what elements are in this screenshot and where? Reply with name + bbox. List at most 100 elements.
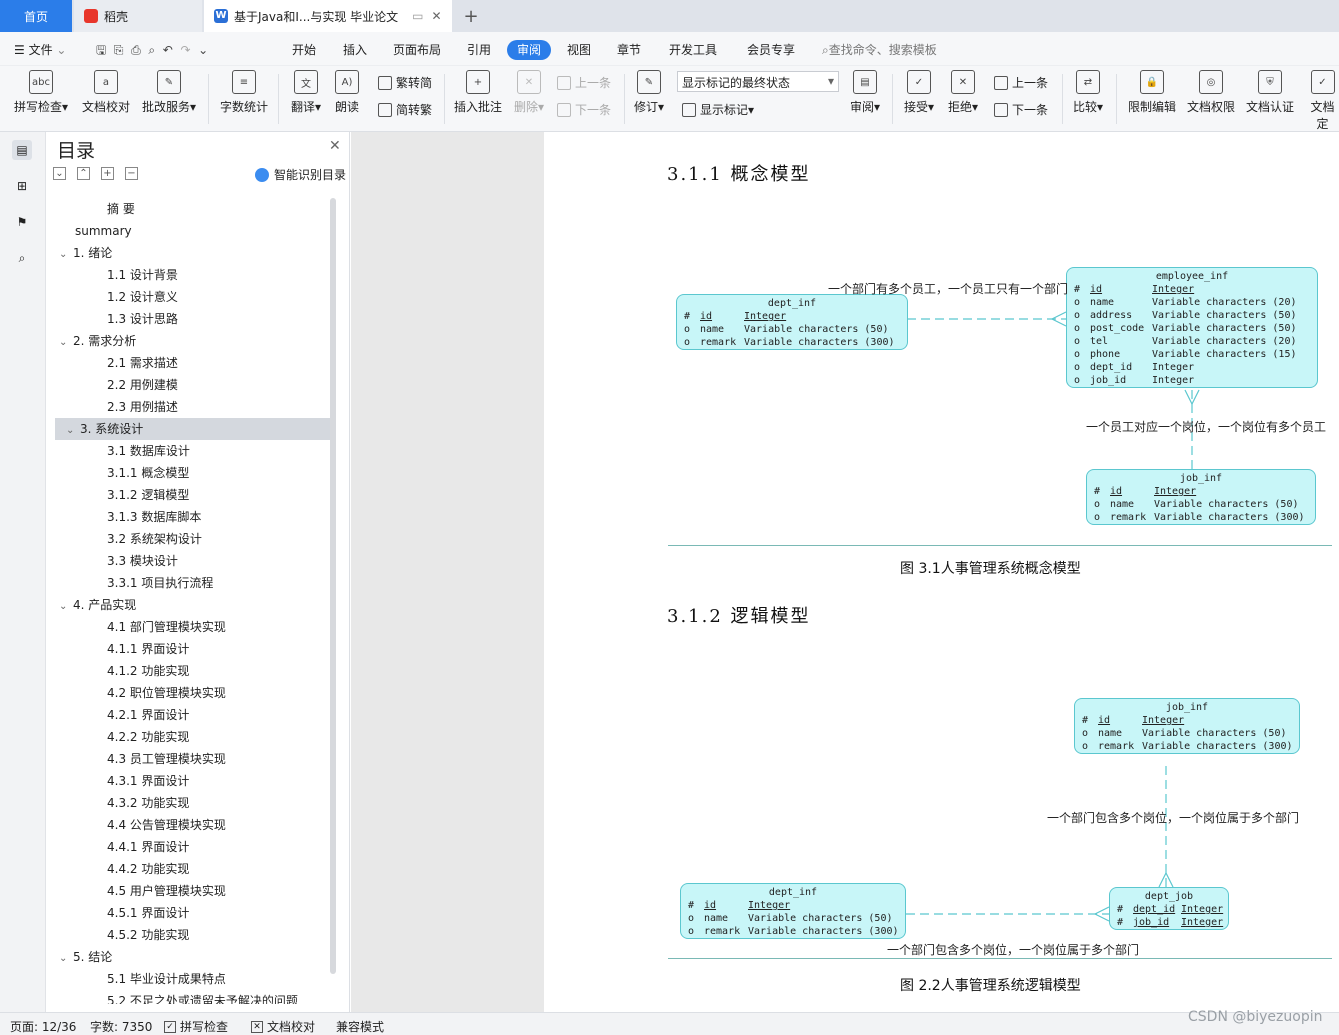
toc-item[interactable]: 4.4.1 界面设计	[107, 836, 189, 858]
toc-item[interactable]: 4.1.1 界面设计	[107, 638, 189, 660]
float-window-icon[interactable]: ▭	[412, 9, 423, 23]
compare-button[interactable]: ⇄ 比较▾	[1070, 70, 1106, 115]
toc-item[interactable]: 3.1 数据库设计	[107, 440, 190, 462]
status-spellcheck[interactable]: ✓ 拼写检查	[164, 1018, 228, 1035]
chevron-down-icon[interactable]: ⌄	[59, 332, 73, 354]
accept-button[interactable]: ✓ 接受▾	[902, 70, 936, 115]
new-tab-button[interactable]: +	[458, 0, 484, 32]
menu-review[interactable]: 审阅	[507, 40, 551, 60]
toc-item[interactable]: 2.3 用例描述	[107, 396, 178, 418]
plus-icon[interactable]: +	[101, 167, 114, 180]
document-page[interactable]: 3.1.1 概念模型 dept_inf # id Integer o name Variab…	[544, 132, 1339, 1012]
preview-icon[interactable]: ⌕	[148, 43, 155, 57]
bookmark-icon[interactable]: ⚑	[12, 212, 32, 232]
toc-item[interactable]: 5.1 毕业设计成果特点	[107, 968, 226, 990]
next-change-button[interactable]: 下一条	[994, 101, 1048, 118]
menu-member[interactable]: 会员专享	[747, 41, 795, 58]
redo-icon[interactable]: ↷	[180, 43, 190, 57]
chevron-down-icon[interactable]: ⌄	[59, 244, 73, 266]
close-icon[interactable]: ✕	[329, 138, 341, 154]
export-icon[interactable]: ⎘	[114, 43, 124, 57]
doc-finalize-button[interactable]: ✓ 文档定	[1306, 70, 1339, 132]
doc-auth-button[interactable]: ⛨ 文档认证	[1244, 70, 1296, 115]
toc-item[interactable]: summary	[75, 220, 132, 242]
tab-daoke[interactable]: 稻壳	[74, 0, 202, 32]
spellcheck-button[interactable]: abc 拼写检查▾	[12, 70, 70, 115]
status-doc-check[interactable]: ✕ 文档校对	[251, 1018, 315, 1035]
toc-item[interactable]: 2.1 需求描述	[107, 352, 178, 374]
toc-item[interactable]: 4.5.1 界面设计	[107, 902, 189, 924]
expand-up-icon[interactable]: ⌃	[77, 167, 90, 180]
toc-item[interactable]: 4.2 职位管理模块实现	[107, 682, 226, 704]
fan-to-jian-button[interactable]: 繁转简	[378, 74, 432, 91]
toc-item[interactable]: 4.3 员工管理模块实现	[107, 748, 226, 770]
toc-item[interactable]: 摘 要	[107, 198, 135, 220]
prev-change-button[interactable]: 上一条	[994, 74, 1048, 91]
toc-item[interactable]: 4.5.2 功能实现	[107, 924, 189, 946]
menu-chapter[interactable]: 章节	[617, 41, 641, 58]
toc-item[interactable]: 5.2 不足之处或遗留未予解决的问题	[107, 990, 298, 1004]
customize-chevron-icon[interactable]: ⌄	[198, 43, 208, 57]
restrict-edit-button[interactable]: 🔒 限制编辑	[1126, 70, 1178, 115]
markup-state-select[interactable]: 显示标记的最终状态 ▾	[677, 71, 839, 92]
command-search[interactable]: ⌕查找命令、搜索模板	[822, 41, 937, 58]
delete-comment-button[interactable]: ✕ 删除▾	[512, 70, 546, 115]
toc-item[interactable]: ⌄ 4. 产品实现	[59, 594, 136, 616]
toc-item[interactable]: 3.3 模块设计	[107, 550, 178, 572]
chevron-down-icon[interactable]: ⌄	[66, 420, 80, 442]
menu-start[interactable]: 开始	[292, 41, 316, 58]
doc-permission-button[interactable]: ◎ 文档权限	[1186, 70, 1236, 115]
menu-view[interactable]: 视图	[567, 41, 591, 58]
save-icon[interactable]: 🖫	[96, 43, 106, 57]
menu-developer[interactable]: 开发工具	[669, 41, 717, 58]
toc-item[interactable]: 4.4 公告管理模块实现	[107, 814, 226, 836]
toc-panel-icon[interactable]: ▤	[12, 140, 32, 160]
toc-item[interactable]: ⌄ 1. 绪论	[59, 242, 112, 264]
minus-icon[interactable]: −	[125, 167, 138, 180]
toc-item[interactable]: ⌄ 3. 系统设计	[55, 418, 330, 440]
jian-to-fan-button[interactable]: 简转繁	[378, 101, 432, 118]
toc-item[interactable]: 3.3.1 项目执行流程	[107, 572, 213, 594]
review-pane-button[interactable]: ▤ 审阅▾	[848, 70, 882, 115]
menu-insert[interactable]: 插入	[343, 41, 367, 58]
close-tab-icon[interactable]: ✕	[432, 9, 442, 23]
next-comment-button[interactable]: 下一条	[557, 101, 611, 118]
menu-page-layout[interactable]: 页面布局	[393, 41, 441, 58]
toc-item[interactable]: 4.4.2 功能实现	[107, 858, 189, 880]
show-markup-button[interactable]: 显示标记 ▾	[682, 101, 754, 118]
prev-comment-button[interactable]: 上一条	[557, 74, 611, 91]
insert-comment-button[interactable]: + 插入批注	[452, 70, 504, 115]
toc-item[interactable]: ⌄ 2. 需求分析	[59, 330, 136, 352]
undo-icon[interactable]: ↶	[163, 43, 173, 57]
batch-service-button[interactable]: ✎ 批改服务▾	[140, 70, 198, 115]
collapse-all-icon[interactable]: ⌄	[53, 167, 66, 180]
toc-item[interactable]: 4.3.2 功能实现	[107, 792, 189, 814]
toc-item[interactable]: 1.3 设计思路	[107, 308, 178, 330]
toc-item[interactable]: 3.1.2 逻辑模型	[107, 484, 189, 506]
toc-item[interactable]: 1.1 设计背景	[107, 264, 178, 286]
translate-button[interactable]: 文翻译▾	[288, 70, 324, 115]
toc-scrollbar[interactable]	[330, 198, 336, 974]
toc-item[interactable]: 4.1 部门管理模块实现	[107, 616, 226, 638]
read-aloud-button[interactable]: A) 朗读	[332, 70, 362, 115]
file-menu[interactable]: ☰ 文件 ⌄	[14, 41, 66, 58]
search-icon[interactable]: ⌕	[12, 248, 32, 268]
word-count-indicator[interactable]: 字数: 7350	[90, 1018, 152, 1035]
toc-item[interactable]: 4.1.2 功能实现	[107, 660, 189, 682]
toc-item[interactable]: 4.2.2 功能实现	[107, 726, 189, 748]
toc-item[interactable]: ⌄ 5. 结论	[59, 946, 112, 968]
word-count-button[interactable]: ≡ 字数统计	[218, 70, 270, 115]
smart-toc-button[interactable]: 智能识别目录	[255, 166, 346, 183]
toc-item[interactable]: 2.2 用例建模	[107, 374, 178, 396]
toc-item[interactable]: 4.2.1 界面设计	[107, 704, 189, 726]
toc-item[interactable]: 3.1.1 概念模型	[107, 462, 189, 484]
menu-references[interactable]: 引用	[467, 41, 491, 58]
revise-button[interactable]: ✎ 修订▾	[632, 70, 666, 115]
toc-item[interactable]: 3.2 系统架构设计	[107, 528, 202, 550]
page-indicator[interactable]: 页面: 12/36	[10, 1018, 76, 1035]
tab-document[interactable]: W 基于Java和I...与实现 毕业论文 ▭ ✕	[204, 0, 452, 32]
toc-item[interactable]: 1.2 设计意义	[107, 286, 178, 308]
print-icon[interactable]: ⎙	[131, 43, 141, 57]
doc-check-button[interactable]: a 文档校对	[80, 70, 132, 115]
chevron-down-icon[interactable]: ⌄	[59, 948, 73, 970]
